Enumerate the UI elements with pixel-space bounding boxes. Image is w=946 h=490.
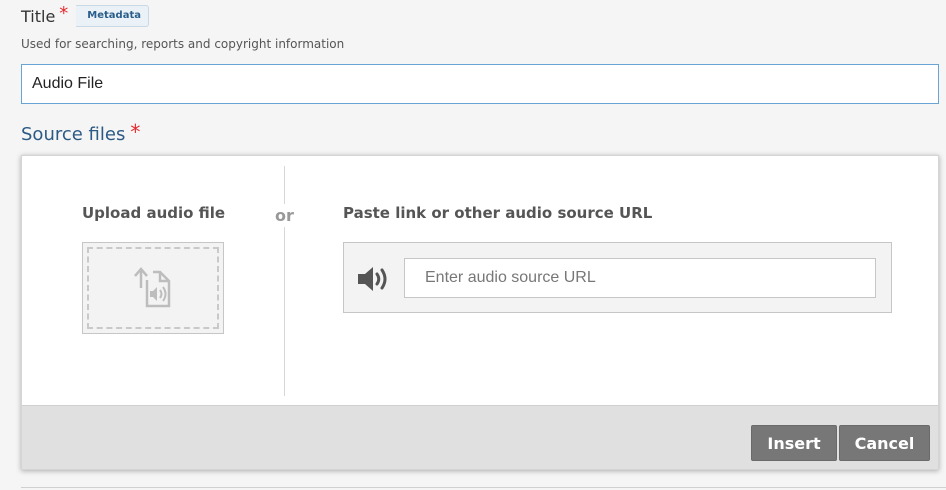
or-separator: or <box>272 204 297 227</box>
cancel-button[interactable]: Cancel <box>839 425 930 461</box>
metadata-badge-label: Metadata <box>87 10 141 21</box>
or-divider-line <box>284 166 285 396</box>
upload-heading: Upload audio file <box>82 204 226 222</box>
upload-dropzone[interactable] <box>82 242 224 334</box>
source-files-heading: Source files * <box>21 120 140 148</box>
section-divider <box>21 487 946 488</box>
title-help-text: Used for searching, reports and copyrigh… <box>21 37 345 51</box>
url-heading: Paste link or other audio source URL <box>343 204 653 222</box>
metadata-badge: Metadata <box>76 5 149 27</box>
audio-url-input[interactable] <box>404 258 876 298</box>
required-indicator: * <box>130 120 141 144</box>
upload-audio-file-icon <box>134 267 171 308</box>
title-label: Title <box>21 6 56 26</box>
insert-button[interactable]: Insert <box>751 425 837 461</box>
title-field-header: Title * Metadata <box>21 2 149 27</box>
url-input-box <box>343 242 892 313</box>
speaker-icon <box>358 267 387 291</box>
required-indicator: * <box>59 2 69 24</box>
source-files-label: Source files <box>21 124 126 145</box>
source-files-widget: Upload audio file or Paste link or other… <box>21 155 939 470</box>
title-input[interactable] <box>21 64 939 104</box>
widget-footer: Insert Cancel <box>22 405 938 469</box>
